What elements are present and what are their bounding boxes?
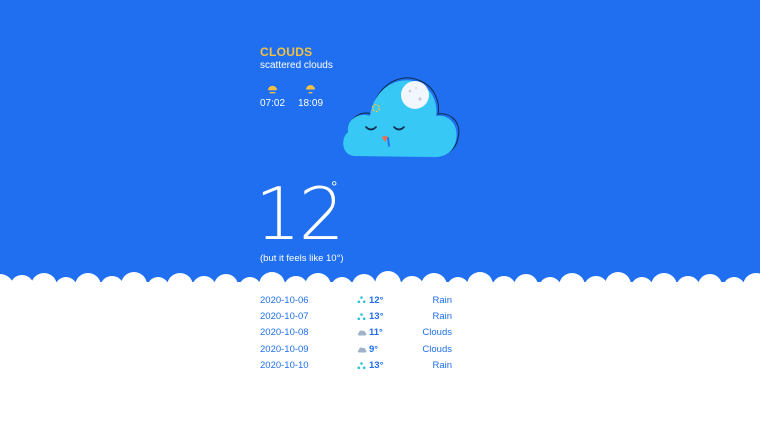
forecast-row: 2020-10-10 13° Rain — [260, 358, 460, 374]
forecast-row: 2020-10-08 11° Clouds — [260, 325, 460, 341]
forecast-list: 2020-10-06 12° Rain 2020-10-07 13° Rain … — [260, 292, 460, 374]
sunrise-icon — [268, 85, 278, 94]
temperature-unit: ° — [331, 179, 338, 196]
cloud-icon — [356, 344, 367, 354]
forecast-row: 2020-10-06 12° Rain — [260, 292, 460, 308]
sunrise: 07:02 — [260, 84, 285, 109]
forecast-date: 2020-10-07 — [260, 311, 309, 323]
sunset: 18:09 — [298, 84, 323, 109]
weather-description: scattered clouds — [260, 60, 333, 71]
rain-icon — [356, 312, 367, 322]
forecast-condition: Clouds — [422, 327, 452, 339]
feels-like: (but it feels like 10°) — [260, 253, 344, 264]
rain-icon — [356, 295, 367, 305]
forecast-date: 2020-10-09 — [260, 343, 309, 355]
weather-condition: CLOUDS — [260, 45, 313, 59]
forecast-row: 2020-10-07 13° Rain — [260, 308, 460, 324]
cloud-mascot-icon — [343, 77, 460, 158]
forecast-condition: Rain — [432, 360, 452, 372]
forecast-temp: 12° — [369, 294, 384, 306]
rain-icon — [356, 361, 367, 371]
sunset-icon — [306, 85, 316, 94]
sunset-time: 18:09 — [298, 98, 324, 109]
forecast-row: 2020-10-09 9° Clouds — [260, 341, 460, 357]
sunrise-time: 07:02 — [260, 98, 286, 109]
forecast-condition: Rain — [432, 294, 452, 306]
forecast-temp: 11° — [369, 327, 383, 339]
forecast-temp: 13° — [369, 360, 384, 372]
forecast-temp: 9° — [369, 343, 379, 355]
cloud-icon — [356, 328, 367, 338]
forecast-date: 2020-10-06 — [260, 294, 309, 306]
forecast-temp: 13° — [369, 311, 384, 323]
forecast-condition: Clouds — [422, 343, 452, 355]
forecast-date: 2020-10-10 — [260, 360, 309, 372]
forecast-condition: Rain — [432, 311, 452, 323]
current-temperature: 12 — [255, 172, 345, 256]
forecast-date: 2020-10-08 — [260, 327, 309, 339]
